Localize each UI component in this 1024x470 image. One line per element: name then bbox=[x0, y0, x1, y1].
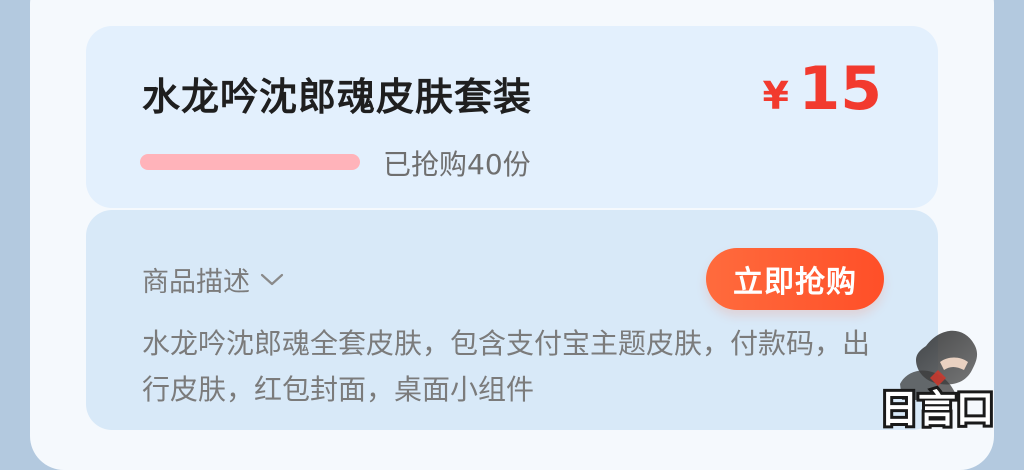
watermark-text: 日言口 bbox=[880, 387, 994, 431]
sold-count: 已抢购40份 bbox=[383, 148, 531, 181]
sales-progress-bar bbox=[140, 154, 360, 170]
price: ¥ 15 bbox=[762, 54, 882, 124]
sales-progress-fill bbox=[140, 154, 360, 170]
product-summary-panel: 水龙吟沈郎魂皮肤套装 ¥ 15 已抢购40份 bbox=[86, 26, 938, 208]
chevron-down-icon bbox=[260, 273, 284, 287]
product-title: 水龙吟沈郎魂皮肤套装 bbox=[142, 75, 533, 119]
description-toggle[interactable]: 商品描述 bbox=[142, 260, 284, 299]
buy-now-button[interactable]: 立即抢购 bbox=[706, 248, 884, 310]
description-label: 商品描述 bbox=[142, 267, 250, 298]
watermark-logo: 日言口 bbox=[866, 318, 1006, 432]
price-currency: ¥ bbox=[762, 74, 789, 118]
product-details-panel: 商品描述 立即抢购 水龙吟沈郎魂全套皮肤，包含支付宝主题皮肤，付款码，出行皮肤，… bbox=[86, 210, 938, 430]
price-value: 15 bbox=[798, 54, 883, 124]
description-text: 水龙吟沈郎魂全套皮肤，包含支付宝主题皮肤，付款码，出行皮肤，红包封面，桌面小组件 bbox=[142, 327, 871, 406]
